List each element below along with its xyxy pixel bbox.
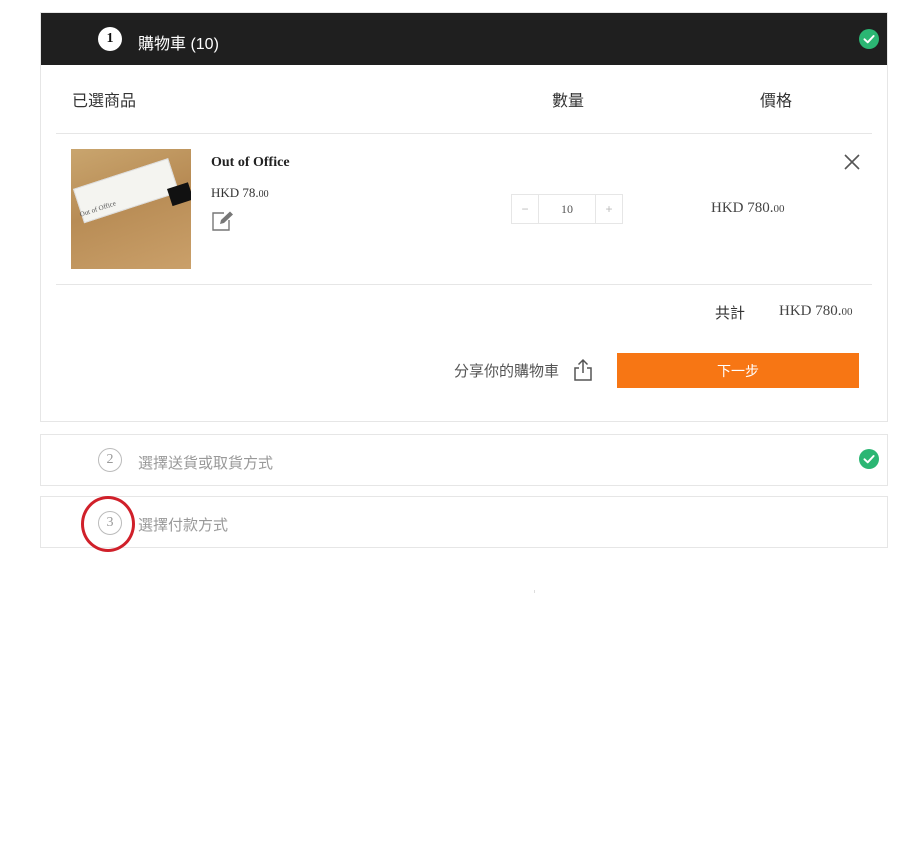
loading-dot [534, 590, 535, 593]
product-thumbnail[interactable]: Out of Office [71, 149, 191, 269]
line-total-price: HKD 780.00 [711, 200, 785, 216]
quantity-stepper[interactable]: − 10 + [511, 194, 623, 224]
share-cart-link[interactable]: 分享你的購物車 [454, 360, 559, 381]
delivery-step-panel[interactable]: 2 選擇送貨或取貨方式 [40, 434, 888, 486]
decrease-button[interactable]: − [512, 195, 538, 223]
close-icon[interactable] [841, 151, 863, 178]
share-icon[interactable] [573, 358, 593, 387]
cart-step-panel: 1 購物車 (10) 已選商品 數量 價格 Out of Office Out … [40, 12, 888, 422]
divider [56, 284, 872, 285]
highlight-circle [81, 496, 135, 552]
increase-button[interactable]: + [596, 195, 622, 223]
total-value: HKD 780.00 [779, 303, 853, 319]
step-number-2: 2 [98, 448, 122, 472]
divider [56, 133, 872, 134]
step-title-delivery: 選擇送貨或取貨方式 [138, 455, 274, 472]
product-name[interactable]: Out of Office [211, 155, 290, 171]
payment-step-panel[interactable]: 3 選擇付款方式 [40, 496, 888, 548]
step-title-payment: 選擇付款方式 [138, 517, 229, 534]
column-header-quantity: 數量 [552, 93, 585, 110]
check-circle-icon [859, 29, 879, 49]
step-number-1: 1 [98, 27, 122, 51]
total-label: 共計 [715, 305, 746, 322]
column-header-product: 已選商品 [72, 93, 137, 110]
edit-note-icon[interactable] [211, 210, 235, 237]
step-title-cart: 購物車 (10) [138, 36, 219, 53]
column-header-price: 價格 [760, 93, 793, 110]
check-circle-icon [859, 449, 879, 469]
quantity-input[interactable]: 10 [538, 195, 596, 223]
cart-step-header[interactable]: 1 購物車 (10) [41, 13, 887, 65]
product-unit-price: HKD 78.00 [211, 185, 269, 200]
next-step-button[interactable]: 下一步 [617, 353, 859, 388]
